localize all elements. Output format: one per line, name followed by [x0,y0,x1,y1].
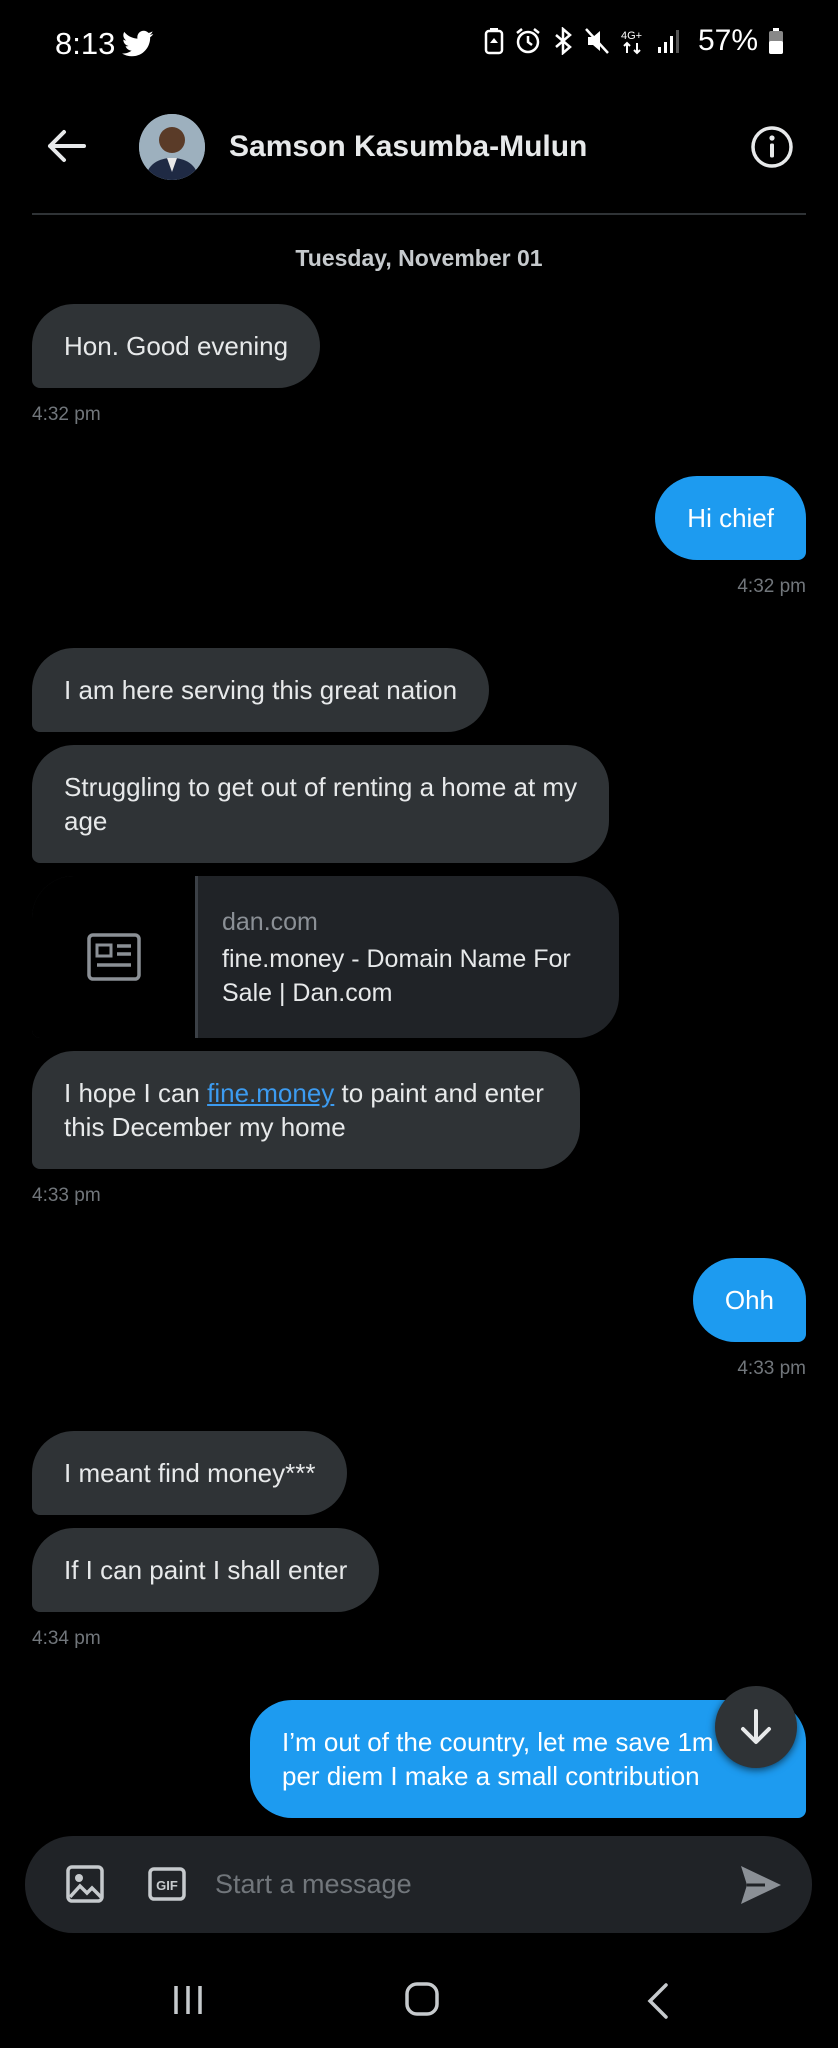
battery-icon [769,28,783,54]
message-bubble-outgoing[interactable]: Ohh [692,1258,806,1342]
bluetooth-icon [555,27,572,55]
avatar-image [139,114,205,180]
message-text: I meant find money*** [64,1458,316,1488]
link-preview-card[interactable]: dan.com fine.money - Domain Name For Sal… [32,876,619,1038]
message-timestamp: 4:34 pm [32,1628,101,1649]
message-text: I’m out of the country, let me save 1m f… [282,1727,773,1791]
recent-apps-icon[interactable] [172,1982,204,2018]
link-card-divider [195,876,198,1038]
link-card-domain: dan.com [222,908,318,936]
network-icon: 4G+ [621,30,642,55]
scroll-to-bottom-button[interactable] [715,1686,797,1768]
link-card-thumbnail [32,876,195,1038]
alarm-icon [516,28,540,54]
message-link[interactable]: fine.money [207,1078,334,1108]
message-text: Hi chief [687,503,774,533]
message-bubble-incoming[interactable]: Hon. Good evening [32,304,321,388]
header-divider [32,213,806,215]
message-bubble-incoming[interactable]: If I can paint I shall enter [32,1528,380,1612]
gif-label: GIF [156,1878,178,1893]
back-arrow-icon[interactable] [44,124,88,168]
link-card-title: fine.money - Domain Name For Sale | Dan.… [222,945,571,1007]
arrow-down-icon [741,1709,771,1744]
message-bubble-incoming[interactable]: Struggling to get out of renting a home … [32,745,609,863]
message-timestamp: 4:32 pm [32,404,101,425]
message-bubble-outgoing[interactable]: Hi chief [655,476,806,560]
message-text: I hope I can fine.money to paint and ent… [64,1076,556,1144]
avatar[interactable] [139,114,205,180]
message-timestamp: 4:33 pm [737,1358,806,1379]
status-icons: 4G+ 57% [484,24,784,58]
info-icon[interactable] [749,124,795,170]
system-navigation-bar [0,1960,838,2048]
message-text-part: I hope I can [64,1078,208,1108]
message-bubble-incoming[interactable]: I hope I can fine.money to paint and ent… [32,1051,580,1169]
message-input[interactable] [215,1858,715,1910]
gif-icon[interactable]: GIF [147,1864,187,1904]
date-separator: Tuesday, November 01 [295,245,543,271]
send-icon[interactable] [738,1862,784,1908]
signal-icon [657,30,679,53]
home-icon[interactable] [404,1981,440,2017]
status-time: 8:13 [55,26,116,61]
message-text: If I can paint I shall enter [64,1555,348,1585]
status-bar: 8:13 4G+ 57% [0,0,838,92]
mute-icon [585,28,609,54]
message-text: Ohh [724,1285,774,1315]
message-text: Hon. Good evening [64,331,289,361]
battery-saver-icon [484,28,504,55]
battery-percent: 57% [697,24,758,57]
article-icon [86,933,141,981]
message-text: Struggling to get out of renting a home … [64,772,578,836]
message-bubble-incoming[interactable]: I am here serving this great nation [32,648,490,732]
twitter-icon [122,30,154,57]
svg-text:4G+: 4G+ [621,30,642,42]
message-composer: GIF [25,1836,812,1933]
message-timestamp: 4:32 pm [737,576,806,597]
message-bubble-incoming[interactable]: I meant find money*** [32,1431,348,1515]
nav-back-icon[interactable] [646,1982,670,2020]
image-icon[interactable] [65,1864,105,1904]
conversation-header: Samson Kasumba-Mulun [0,100,838,215]
message-timestamp: 4:33 pm [32,1185,101,1206]
contact-name[interactable]: Samson Kasumba-Mulun [229,130,587,164]
message-text: I am here serving this great nation [64,675,458,705]
